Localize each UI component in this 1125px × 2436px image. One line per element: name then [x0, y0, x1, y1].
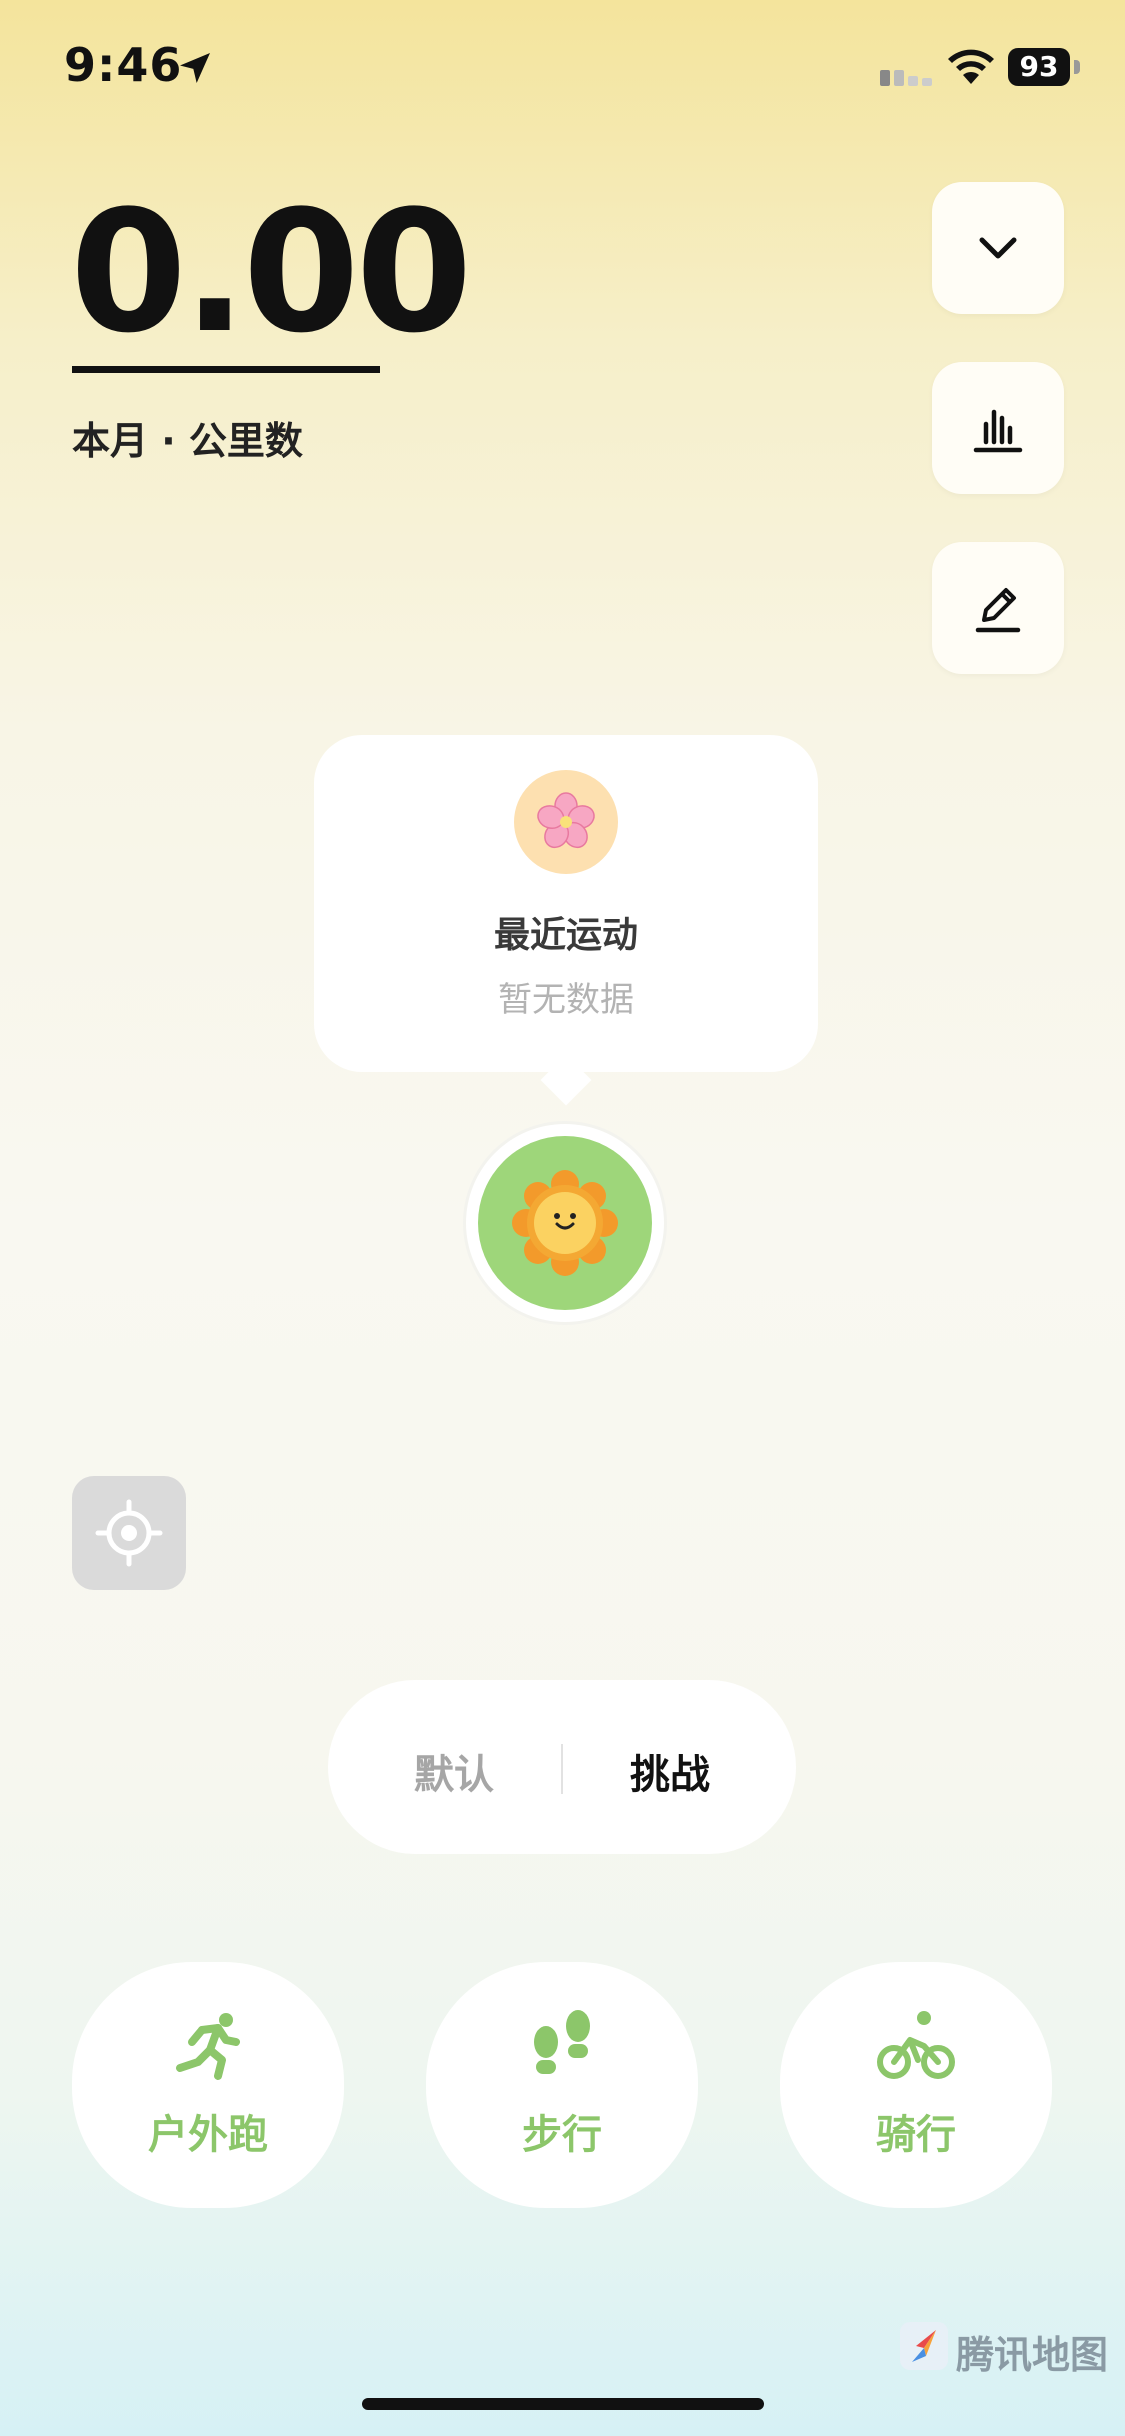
segment-challenge[interactable]: 挑战: [630, 1742, 710, 1800]
collapse-button[interactable]: [932, 182, 1064, 314]
locate-button[interactable]: [72, 1476, 186, 1590]
segment-divider: [561, 1744, 563, 1794]
battery-indicator: 93: [1008, 48, 1082, 86]
flower-icon: [537, 792, 595, 849]
flower-badge: [514, 770, 618, 874]
bicycle-icon: [877, 2011, 955, 2079]
walk-button[interactable]: 步行: [426, 1962, 698, 2208]
home-indicator: [362, 2398, 764, 2410]
outdoor-run-label: 户外跑: [148, 2112, 268, 2158]
recent-activity-empty-text: 暂无数据: [498, 980, 634, 1020]
footprints-icon: [534, 2010, 590, 2074]
cycling-button[interactable]: 骑行: [780, 1962, 1052, 2208]
edit-button[interactable]: [932, 542, 1064, 674]
sun-mascot-icon: [512, 1170, 618, 1276]
crosshair-icon: [95, 1499, 163, 1567]
bar-chart-icon: [973, 409, 1023, 453]
monthly-distance-label: 本月 · 公里数: [72, 419, 303, 463]
tencent-map-watermark: 腾讯地图: [956, 2333, 1109, 2377]
avatar[interactable]: [478, 1136, 652, 1310]
edit-icon: [975, 588, 1021, 633]
distance-underline: [72, 366, 380, 373]
monthly-distance-value: 0.00: [70, 174, 473, 370]
segment-default[interactable]: 默认: [414, 1742, 494, 1800]
location-arrow-icon: [180, 53, 210, 83]
tencent-map-logo: [900, 2322, 948, 2370]
walk-label: 步行: [522, 2112, 602, 2158]
running-icon: [176, 2013, 240, 2080]
recent-activity-title: 最近运动: [493, 915, 638, 956]
cellular-signal-icon: [880, 70, 932, 86]
chevron-down-icon: [979, 237, 1017, 259]
battery-level: 93: [1008, 48, 1070, 86]
wifi-icon: [948, 49, 994, 84]
statistics-button[interactable]: [932, 362, 1064, 494]
status-time: 9:46: [64, 38, 183, 92]
cycling-label: 骑行: [876, 2112, 956, 2158]
outdoor-run-button[interactable]: 户外跑: [72, 1962, 344, 2208]
